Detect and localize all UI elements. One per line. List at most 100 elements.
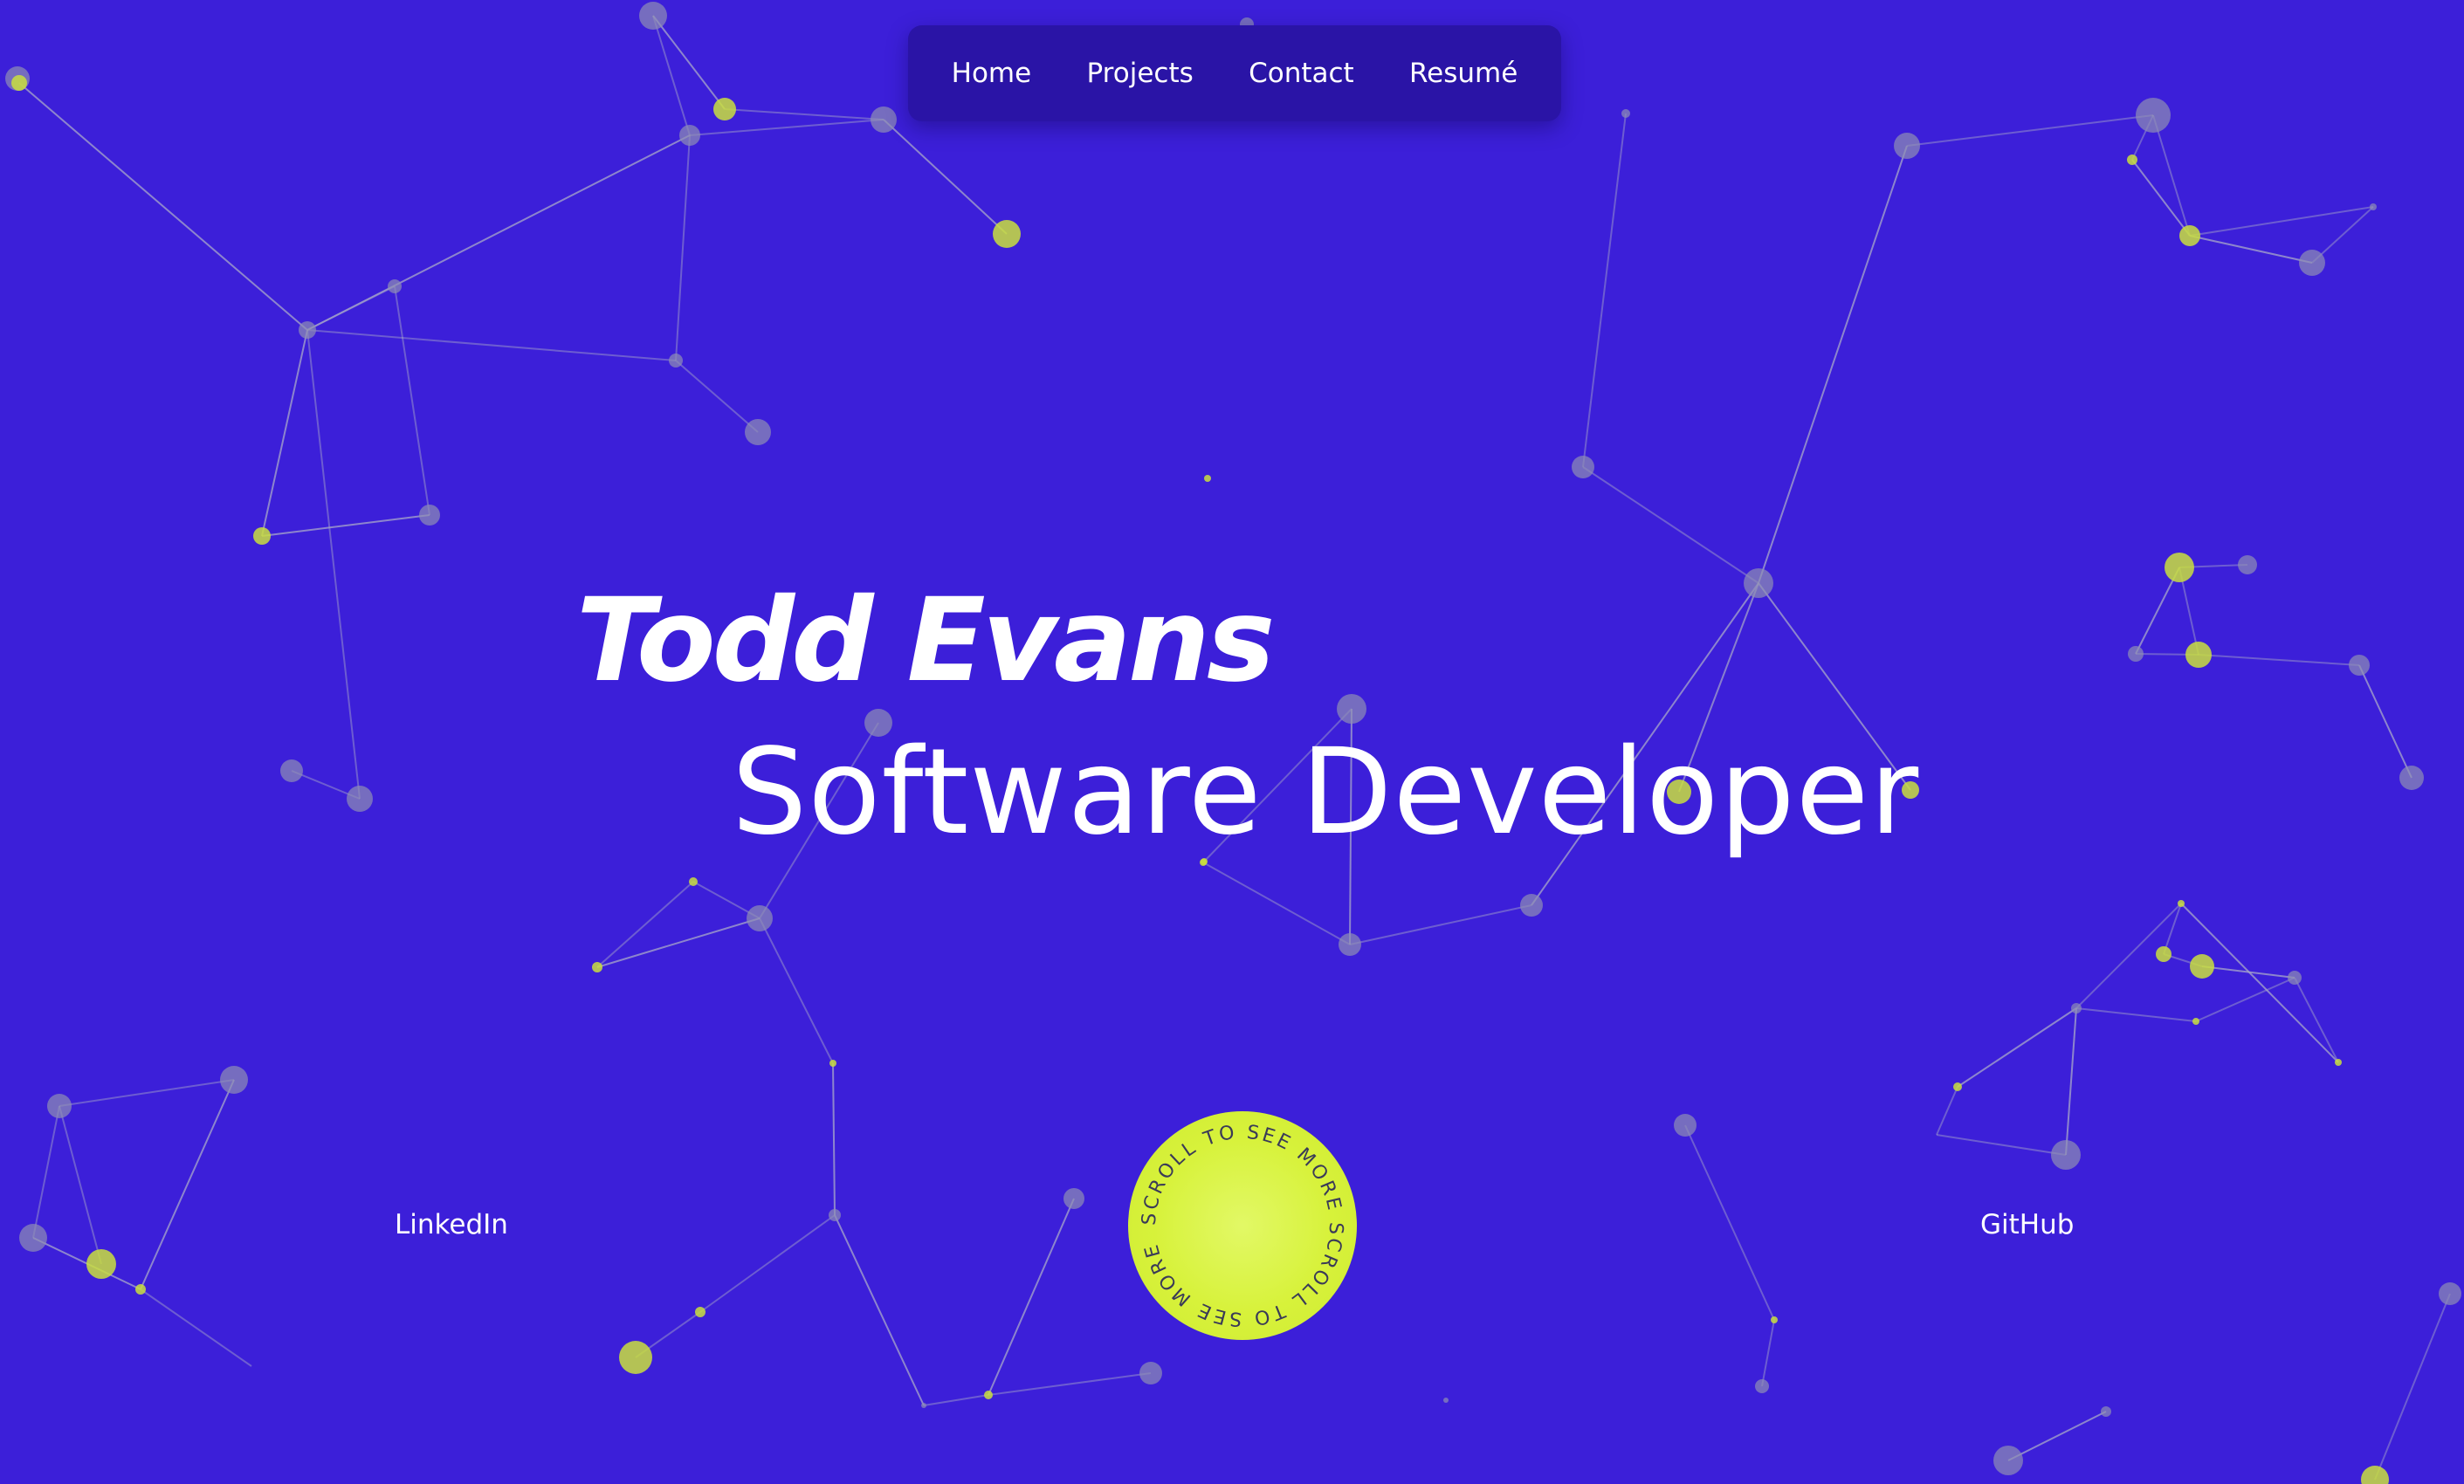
network-node: [2051, 1140, 2081, 1170]
network-node: [713, 98, 736, 120]
network-node: [669, 354, 683, 368]
network-node: [86, 1249, 116, 1279]
network-line: [988, 1198, 1075, 1396]
network-line: [2065, 1007, 2077, 1156]
network-node: [984, 1391, 993, 1399]
network-node: [135, 1284, 146, 1295]
network-line: [2180, 903, 2339, 1063]
network-line: [596, 917, 761, 968]
network-line: [988, 1372, 1152, 1396]
network-node: [829, 1060, 836, 1067]
scroll-badge-ring: SCROLL TO SEE MORE SCROLL TO SEE MORE: [1139, 1122, 1347, 1329]
network-node: [1953, 1082, 1962, 1091]
network-line: [1758, 145, 1908, 584]
network-line: [1906, 114, 2154, 147]
nav-home-link[interactable]: Home: [936, 49, 1048, 98]
network-node: [1337, 694, 1366, 724]
network-line: [1202, 862, 1351, 945]
network-node: [220, 1066, 248, 1094]
hero-name: Todd Evans: [576, 574, 1275, 708]
network-node: [2071, 1003, 2082, 1013]
network-node: [299, 321, 316, 339]
network-line: [394, 285, 430, 516]
network-node: [2178, 900, 2185, 907]
network-node: [11, 75, 27, 91]
network-line: [2374, 1293, 2451, 1481]
network-node: [747, 905, 773, 931]
network-line: [32, 1105, 60, 1239]
scroll-badge-text: SCROLL TO SEE MORE SCROLL TO SEE MORE: [1139, 1122, 1347, 1329]
network-node: [1063, 1188, 1084, 1209]
scroll-to-see-more-badge[interactable]: SCROLL TO SEE MORE SCROLL TO SEE MORE: [1128, 1111, 1357, 1340]
network-node: [2361, 1466, 2389, 1484]
network-node: [2335, 1059, 2342, 1066]
network-line: [675, 360, 759, 433]
network-line: [1957, 1007, 2077, 1088]
network-node: [679, 125, 700, 146]
network-line: [2358, 664, 2412, 779]
network-node: [1993, 1446, 2023, 1475]
github-link[interactable]: GitHub: [1980, 1209, 2074, 1240]
network-node: [1139, 1362, 1162, 1384]
network-line: [140, 1288, 252, 1367]
network-line: [2075, 1007, 2197, 1022]
network-node: [2192, 1018, 2199, 1025]
network-node: [2349, 655, 2370, 676]
network-node: [2179, 225, 2200, 246]
nav-resume-link[interactable]: Resumé: [1394, 49, 1533, 98]
network-line: [652, 15, 691, 136]
network-line: [306, 329, 361, 800]
network-node: [1744, 568, 1773, 598]
network-node: [2156, 946, 2171, 962]
network-node: [921, 1403, 926, 1408]
network-line: [675, 134, 691, 361]
network-line: [261, 514, 430, 537]
network-node: [2370, 203, 2377, 210]
network-node: [619, 1341, 652, 1374]
network-line: [834, 1214, 925, 1406]
network-node: [2238, 555, 2257, 574]
network-node: [2101, 1406, 2111, 1417]
network-line: [724, 108, 884, 120]
network-line: [2007, 1411, 2107, 1461]
network-node: [388, 279, 402, 293]
network-line: [759, 917, 834, 1064]
network-line: [2152, 114, 2191, 237]
network-line: [1582, 113, 1627, 468]
network-node: [2190, 954, 2214, 979]
network-node: [639, 2, 667, 30]
network-node: [2127, 155, 2137, 165]
network-node: [347, 786, 373, 812]
network-node: [689, 877, 698, 886]
network-line: [18, 82, 308, 331]
network-node: [1204, 475, 1211, 482]
network-node: [592, 962, 602, 972]
hero-role: Software Developer: [732, 724, 1920, 862]
network-line: [2294, 977, 2339, 1063]
network-node: [2439, 1282, 2461, 1305]
network-node: [1755, 1379, 1769, 1393]
network-node: [2136, 98, 2171, 133]
network-line: [261, 329, 308, 537]
linkedin-link[interactable]: LinkedIn: [395, 1209, 508, 1240]
network-node: [2185, 642, 2212, 668]
network-node: [280, 759, 303, 782]
network-line: [1936, 1086, 1958, 1136]
network-line: [596, 881, 694, 968]
network-line: [2131, 159, 2191, 237]
network-line: [1761, 1319, 1775, 1387]
network-node: [2399, 766, 2424, 790]
network-node: [993, 220, 1021, 248]
network-line: [2198, 654, 2360, 666]
network-node: [419, 505, 440, 526]
network-line: [140, 1079, 235, 1290]
network-line: [306, 134, 691, 331]
nav-projects-link[interactable]: Projects: [1071, 49, 1209, 98]
network-node: [47, 1094, 72, 1118]
network-node: [829, 1209, 841, 1221]
nav-contact-link[interactable]: Contact: [1233, 49, 1370, 98]
network-node: [1771, 1316, 1778, 1323]
network-line: [1684, 1124, 1775, 1321]
network-line: [1936, 1134, 2067, 1156]
network-node: [1572, 456, 1594, 478]
